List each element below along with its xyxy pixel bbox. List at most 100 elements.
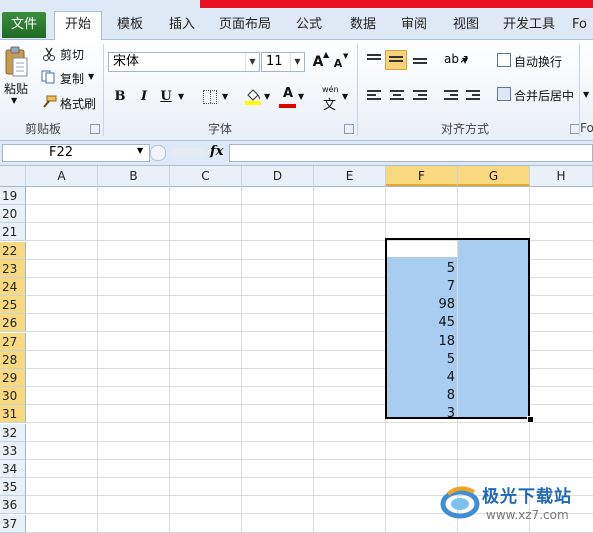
tab-review[interactable]: 审阅 [392, 12, 436, 38]
column-header[interactable]: H [530, 166, 593, 186]
phonetic-icon[interactable]: 文 [323, 94, 336, 113]
clipboard-launcher-icon[interactable] [90, 124, 100, 134]
formula-bar-splitter [170, 148, 206, 158]
orientation-icon[interactable]: ab↗ [444, 52, 469, 68]
row-header[interactable]: 27 [0, 333, 26, 351]
align-top-icon[interactable] [367, 54, 381, 66]
merge-center-icon[interactable] [497, 87, 511, 101]
name-box[interactable]: F22 [2, 144, 150, 162]
border-icon[interactable] [203, 90, 217, 104]
row-header[interactable]: 31 [0, 405, 26, 423]
format-painter-label[interactable]: 格式刷 [60, 95, 96, 112]
row-header[interactable]: 24 [0, 278, 26, 296]
decrease-indent-icon[interactable] [444, 90, 458, 102]
fill-dropdown-icon[interactable]: ▼ [264, 92, 270, 101]
fill-handle[interactable] [527, 416, 534, 423]
column-header-selected[interactable]: G [458, 166, 530, 186]
row-header[interactable]: 35 [0, 478, 26, 496]
selection-border [385, 238, 530, 419]
gridline [26, 222, 593, 223]
row-header[interactable]: 32 [0, 424, 26, 442]
paste-icon[interactable] [4, 44, 30, 78]
row-header[interactable]: 33 [0, 442, 26, 460]
wrap-text-icon[interactable] [497, 53, 511, 67]
watermark-title: 极光下载站 [482, 487, 572, 507]
tab-page-layout[interactable]: 页面布局 [214, 12, 276, 38]
row-header[interactable]: 29 [0, 369, 26, 387]
column-header[interactable]: C [170, 166, 242, 186]
row-header[interactable]: 23 [0, 260, 26, 278]
ribbon-tab-bar: 文件 开始 模板 插入 页面布局 公式 数据 审阅 视图 开发工具 Fo [0, 8, 593, 40]
copy-icon[interactable] [41, 70, 56, 84]
phonetic-dropdown-icon[interactable]: ▼ [342, 92, 348, 101]
row-header[interactable]: 36 [0, 496, 26, 514]
tab-view[interactable]: 视图 [444, 12, 488, 38]
tab-overflow[interactable]: Fo [572, 12, 593, 38]
row-header[interactable]: 34 [0, 460, 26, 478]
copy-dropdown-icon[interactable]: ▼ [88, 72, 94, 81]
name-box-dropdown-icon[interactable]: ▼ [137, 146, 143, 155]
paste-label[interactable]: 粘贴 [4, 80, 28, 97]
column-header[interactable]: A [26, 166, 98, 186]
font-launcher-icon[interactable] [344, 124, 354, 134]
format-painter-icon[interactable] [41, 95, 57, 109]
column-header-selected[interactable]: F [386, 166, 458, 186]
watermark: 极光下载站 www.xz7.com [440, 478, 590, 528]
scissors-icon[interactable] [42, 47, 56, 61]
tab-template[interactable]: 模板 [108, 12, 152, 38]
fill-color-icon[interactable] [244, 87, 262, 105]
row-header[interactable]: 26 [0, 314, 26, 332]
tab-developer[interactable]: 开发工具 [496, 12, 562, 38]
border-dropdown-icon[interactable]: ▼ [222, 92, 228, 101]
underline-dropdown-icon[interactable]: ▼ [178, 92, 184, 101]
formula-input[interactable] [229, 144, 593, 162]
underline-button[interactable]: U [158, 87, 174, 107]
cut-label[interactable]: 剪切 [60, 46, 84, 63]
row-header[interactable]: 21 [0, 223, 26, 241]
row-header[interactable]: 20 [0, 205, 26, 223]
chevron-down-icon[interactable]: ▼ [290, 53, 304, 71]
column-header[interactable]: B [98, 166, 170, 186]
chevron-down-icon[interactable]: ▼ [245, 53, 259, 71]
align-middle-icon [389, 56, 403, 68]
row-header[interactable]: 22 [0, 242, 26, 260]
merge-center-label[interactable]: 合并后居中 [514, 87, 574, 104]
row-header[interactable]: 37 [0, 515, 26, 533]
row-header[interactable]: 19 [0, 187, 26, 205]
font-name-combo[interactable]: 宋体 ▼ [108, 52, 260, 72]
column-header[interactable]: D [242, 166, 314, 186]
font-color-button[interactable]: A [280, 84, 296, 104]
formula-bar-handle[interactable] [150, 145, 166, 161]
align-right-icon[interactable] [413, 90, 427, 102]
ribbon-overflow-label: Fo [580, 121, 593, 135]
font-size-combo[interactable]: 11 ▼ [261, 52, 305, 72]
align-center-icon[interactable] [390, 90, 404, 102]
align-bottom-icon[interactable] [413, 58, 427, 70]
row-header[interactable]: 30 [0, 387, 26, 405]
row-header[interactable]: 28 [0, 351, 26, 369]
gridline [97, 186, 98, 532]
paste-dropdown-icon[interactable]: ▼ [11, 96, 17, 105]
column-header[interactable]: E [314, 166, 386, 186]
copy-label[interactable]: 复制 [60, 70, 84, 87]
insert-function-button[interactable]: fx [210, 144, 223, 159]
row-header[interactable]: 25 [0, 296, 26, 314]
tab-insert[interactable]: 插入 [160, 12, 204, 38]
merge-dropdown-icon[interactable]: ▼ [583, 90, 589, 99]
select-all-corner[interactable] [0, 166, 26, 186]
gridline [169, 186, 170, 532]
orientation-dropdown-icon[interactable]: ▼ [462, 56, 468, 65]
align-left-icon[interactable] [367, 90, 381, 102]
tab-data[interactable]: 数据 [340, 12, 386, 38]
italic-button[interactable]: I [136, 87, 152, 107]
tab-home[interactable]: 开始 [54, 11, 102, 40]
bold-button[interactable]: B [112, 87, 128, 107]
tab-formulas[interactable]: 公式 [286, 12, 332, 38]
tab-file[interactable]: 文件 [2, 12, 46, 38]
font-color-dropdown-icon[interactable]: ▼ [298, 92, 304, 101]
align-middle-button[interactable] [385, 50, 407, 70]
increase-indent-icon[interactable] [466, 90, 480, 102]
alignment-group-label: 对齐方式 [440, 122, 489, 136]
gridline [26, 204, 593, 205]
wrap-text-label[interactable]: 自动换行 [514, 53, 562, 70]
